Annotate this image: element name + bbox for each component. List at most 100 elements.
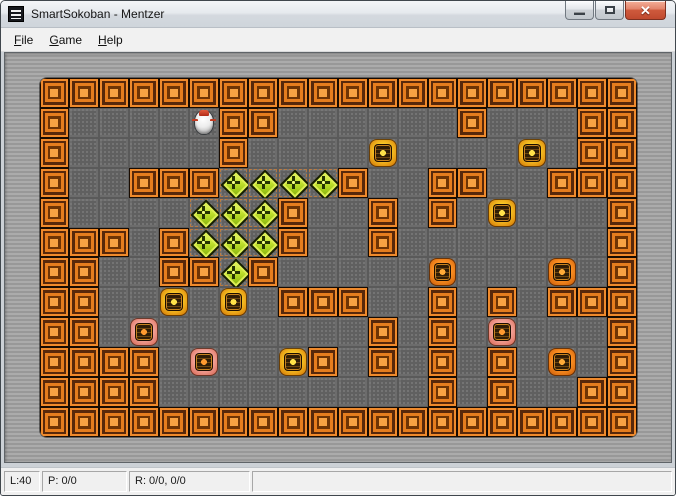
box-yellow[interactable] bbox=[487, 197, 518, 228]
floor-tile[interactable] bbox=[338, 107, 368, 138]
floor-tile[interactable] bbox=[487, 167, 518, 198]
floor-tile[interactable] bbox=[308, 137, 338, 168]
floor-tile[interactable] bbox=[517, 107, 547, 138]
floor-tile[interactable] bbox=[367, 377, 398, 408]
floor-tile[interactable] bbox=[517, 287, 547, 318]
floor-tile[interactable] bbox=[487, 227, 518, 258]
floor-tile[interactable] bbox=[397, 257, 428, 288]
floor-tile[interactable] bbox=[367, 257, 398, 288]
goal-tile[interactable] bbox=[278, 167, 309, 198]
floor-tile[interactable] bbox=[338, 347, 368, 378]
floor-tile[interactable] bbox=[487, 107, 518, 138]
box-yellow[interactable] bbox=[367, 137, 398, 168]
floor-tile[interactable] bbox=[517, 347, 547, 378]
goal-tile[interactable] bbox=[218, 227, 249, 258]
box-pink[interactable] bbox=[188, 347, 219, 378]
floor-tile[interactable] bbox=[129, 107, 159, 138]
menu-file[interactable]: File bbox=[6, 28, 41, 51]
floor-tile[interactable] bbox=[338, 257, 368, 288]
floor-tile[interactable] bbox=[188, 137, 219, 168]
floor-tile[interactable] bbox=[308, 317, 338, 348]
floor-tile[interactable] bbox=[308, 227, 338, 258]
floor-tile[interactable] bbox=[517, 227, 547, 258]
floor-tile[interactable] bbox=[576, 347, 607, 378]
floor-tile[interactable] bbox=[278, 137, 309, 168]
floor-tile[interactable] bbox=[546, 317, 577, 348]
floor-tile[interactable] bbox=[69, 197, 100, 228]
goal-tile[interactable] bbox=[188, 197, 219, 228]
box-yellow[interactable] bbox=[278, 347, 309, 378]
floor-tile[interactable] bbox=[427, 107, 458, 138]
floor-tile[interactable] bbox=[397, 287, 428, 318]
floor-tile[interactable] bbox=[517, 167, 547, 198]
menu-game[interactable]: Game bbox=[41, 28, 90, 51]
floor-tile[interactable] bbox=[248, 287, 279, 318]
floor-tile[interactable] bbox=[457, 227, 488, 258]
floor-tile[interactable] bbox=[69, 137, 100, 168]
floor-tile[interactable] bbox=[397, 107, 428, 138]
floor-tile[interactable] bbox=[188, 377, 219, 408]
floor-tile[interactable] bbox=[546, 197, 577, 228]
floor-tile[interactable] bbox=[397, 137, 428, 168]
floor-tile[interactable] bbox=[457, 287, 488, 318]
floor-tile[interactable] bbox=[129, 287, 159, 318]
box-orange[interactable] bbox=[427, 257, 458, 288]
floor-tile[interactable] bbox=[158, 347, 189, 378]
floor-tile[interactable] bbox=[576, 197, 607, 228]
floor-tile[interactable] bbox=[129, 137, 159, 168]
floor-tile[interactable] bbox=[367, 167, 398, 198]
floor-tile[interactable] bbox=[517, 257, 547, 288]
floor-tile[interactable] bbox=[99, 287, 130, 318]
floor-tile[interactable] bbox=[308, 107, 338, 138]
floor-tile[interactable] bbox=[576, 317, 607, 348]
floor-tile[interactable] bbox=[338, 227, 368, 258]
floor-tile[interactable] bbox=[338, 377, 368, 408]
box-yellow[interactable] bbox=[517, 137, 547, 168]
floor-tile[interactable] bbox=[158, 107, 189, 138]
floor-tile[interactable] bbox=[397, 227, 428, 258]
floor-tile[interactable] bbox=[218, 347, 249, 378]
floor-tile[interactable] bbox=[99, 107, 130, 138]
floor-tile[interactable] bbox=[99, 317, 130, 348]
floor-tile[interactable] bbox=[69, 167, 100, 198]
floor-tile[interactable] bbox=[457, 137, 488, 168]
box-orange[interactable] bbox=[546, 257, 577, 288]
floor-tile[interactable] bbox=[397, 317, 428, 348]
floor-tile[interactable] bbox=[248, 137, 279, 168]
goal-tile[interactable] bbox=[308, 167, 338, 198]
floor-tile[interactable] bbox=[397, 377, 428, 408]
goal-tile[interactable] bbox=[218, 167, 249, 198]
close-button[interactable]: ✕ bbox=[625, 1, 666, 20]
floor-tile[interactable] bbox=[308, 257, 338, 288]
floor-tile[interactable] bbox=[99, 197, 130, 228]
box-pink[interactable] bbox=[129, 317, 159, 348]
floor-tile[interactable] bbox=[188, 317, 219, 348]
minimize-button[interactable] bbox=[565, 1, 594, 20]
floor-tile[interactable] bbox=[129, 227, 159, 258]
floor-tile[interactable] bbox=[338, 137, 368, 168]
floor-tile[interactable] bbox=[278, 317, 309, 348]
floor-tile[interactable] bbox=[278, 377, 309, 408]
box-yellow[interactable] bbox=[218, 287, 249, 318]
box-orange[interactable] bbox=[546, 347, 577, 378]
floor-tile[interactable] bbox=[248, 347, 279, 378]
floor-tile[interactable] bbox=[338, 197, 368, 228]
box-yellow[interactable] bbox=[158, 287, 189, 318]
floor-tile[interactable] bbox=[129, 257, 159, 288]
floor-tile[interactable] bbox=[397, 167, 428, 198]
floor-tile[interactable] bbox=[278, 107, 309, 138]
floor-tile[interactable] bbox=[99, 137, 130, 168]
floor-tile[interactable] bbox=[218, 317, 249, 348]
floor-tile[interactable] bbox=[517, 317, 547, 348]
floor-tile[interactable] bbox=[397, 197, 428, 228]
floor-tile[interactable] bbox=[308, 377, 338, 408]
floor-tile[interactable] bbox=[487, 137, 518, 168]
floor-tile[interactable] bbox=[457, 377, 488, 408]
floor-tile[interactable] bbox=[367, 107, 398, 138]
floor-tile[interactable] bbox=[188, 287, 219, 318]
goal-tile[interactable] bbox=[248, 197, 279, 228]
floor-tile[interactable] bbox=[517, 197, 547, 228]
floor-tile[interactable] bbox=[576, 227, 607, 258]
floor-tile[interactable] bbox=[427, 227, 458, 258]
box-pink[interactable] bbox=[487, 317, 518, 348]
